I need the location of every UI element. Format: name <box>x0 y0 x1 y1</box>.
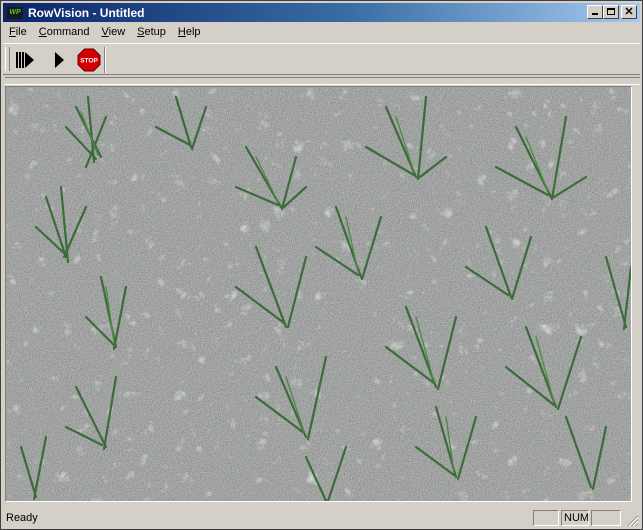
close-button[interactable]: ✕ <box>621 5 637 19</box>
menu-help-label: elp <box>185 26 201 38</box>
toolbar-grip[interactable] <box>5 47 10 71</box>
menu-file[interactable]: File <box>3 23 33 42</box>
menu-file-label: ile <box>15 26 27 38</box>
stop-button[interactable]: STOP <box>76 48 102 72</box>
status-cap-indicator <box>533 510 559 526</box>
status-scrl-indicator <box>591 510 621 526</box>
menu-view-hotkey: V <box>101 26 109 38</box>
fast-forward-button[interactable] <box>12 48 38 72</box>
play-button[interactable] <box>46 48 72 72</box>
status-bar: Ready NUM <box>3 508 640 528</box>
menu-command-hotkey: C <box>38 26 47 38</box>
menu-command[interactable]: Command <box>33 23 96 42</box>
close-icon: ✕ <box>624 6 634 18</box>
menu-view[interactable]: View <box>96 23 132 42</box>
app-window: WP RowVision - Untitled ✕ File Command V… <box>0 0 643 530</box>
status-num-indicator: NUM <box>561 510 589 526</box>
toolbar-separator <box>104 47 106 73</box>
menu-setup-hotkey: S <box>137 26 145 38</box>
resize-grip-icon[interactable] <box>627 515 639 527</box>
fast-forward-icon <box>16 52 34 68</box>
app-logo-icon[interactable]: WP <box>7 6 23 19</box>
menu-command-label: ommand <box>46 26 90 38</box>
window-title: RowVision - Untitled <box>28 5 145 20</box>
window-controls: ✕ <box>587 5 637 19</box>
camera-image-view[interactable] <box>5 86 632 502</box>
menu-bar: File Command View Setup Help <box>3 23 640 42</box>
minimize-icon <box>592 13 598 15</box>
status-text: Ready <box>6 512 38 524</box>
maximize-button[interactable] <box>603 5 619 19</box>
menu-setup[interactable]: Setup <box>131 23 172 42</box>
control-strip <box>5 77 640 85</box>
menu-help-hotkey: H <box>177 26 186 38</box>
menu-setup-label: etup <box>144 26 166 38</box>
viewport-edge <box>632 86 640 502</box>
title-bar[interactable]: WP RowVision - Untitled ✕ <box>3 3 640 22</box>
menu-file-hotkey: F <box>9 26 16 38</box>
menu-help[interactable]: Help <box>172 23 207 42</box>
camera-image <box>6 87 631 501</box>
toolbar: STOP <box>3 43 640 75</box>
stop-label: STOP <box>80 58 98 65</box>
stop-sign-icon: STOP <box>77 48 101 72</box>
menu-view-label: iew <box>108 26 126 38</box>
maximize-icon <box>607 8 615 15</box>
minimize-button[interactable] <box>587 5 603 19</box>
play-icon <box>55 52 64 68</box>
